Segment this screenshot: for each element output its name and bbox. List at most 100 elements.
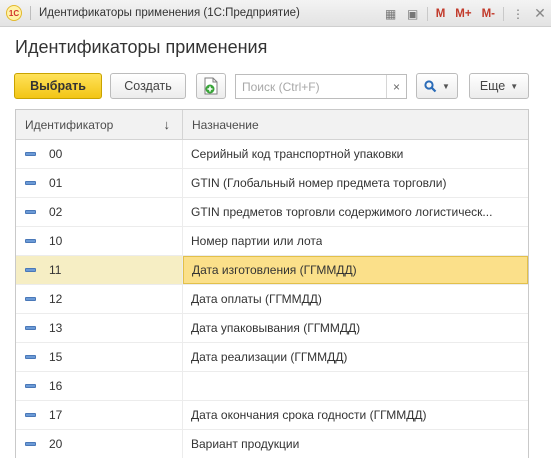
cell-purpose[interactable]: GTIN (Глобальный номер предмета торговли… <box>183 169 528 197</box>
identifier-text: 02 <box>49 205 63 219</box>
table-row[interactable]: 11 Дата изготовления (ГГММДД) <box>16 256 528 285</box>
cell-purpose[interactable]: GTIN предметов торговли содержимого логи… <box>183 198 528 226</box>
cell-purpose[interactable]: Вариант продукции <box>183 430 528 458</box>
catalog-item-icon <box>25 210 36 214</box>
purpose-text: Дата оплаты (ГГММДД) <box>191 292 322 306</box>
cell-purpose[interactable]: Дата упаковывания (ГГММДД) <box>183 314 528 342</box>
search-field: × <box>235 74 407 99</box>
purpose-text: Вариант продукции <box>191 437 300 451</box>
calendar-icon[interactable]: ▣ <box>402 4 424 24</box>
cell-purpose[interactable]: Серийный код транспортной упаковки <box>183 140 528 168</box>
window-controls: ▦ ▣ M M+ M- ⋮ ✕ <box>380 0 551 27</box>
catalog-item-icon <box>25 268 36 272</box>
add-copy-button[interactable] <box>196 73 226 99</box>
identifier-text: 16 <box>49 379 63 393</box>
column-header-name[interactable]: Назначение <box>183 110 528 139</box>
identifier-text: 11 <box>49 263 62 277</box>
cell-identifier[interactable]: 15 <box>16 343 183 371</box>
cell-identifier[interactable]: 02 <box>16 198 183 226</box>
cell-purpose[interactable]: Дата реализации (ГГММДД) <box>183 343 528 371</box>
create-button[interactable]: Создать <box>110 73 186 99</box>
cell-purpose[interactable]: Номер партии или лота <box>183 227 528 255</box>
page-title: Идентификаторы применения <box>15 37 268 57</box>
catalog-item-icon <box>25 297 36 301</box>
table-row[interactable]: 16 <box>16 372 528 401</box>
purpose-text: Дата реализации (ГГММДД) <box>191 350 348 364</box>
purpose-text: Дата окончания срока годности (ГГММДД) <box>191 408 427 422</box>
catalog-item-icon <box>25 181 36 185</box>
catalog-item-icon <box>25 355 36 359</box>
chevron-down-icon: ▼ <box>510 81 519 91</box>
table-row[interactable]: 01 GTIN (Глобальный номер предмета торгов… <box>16 169 528 198</box>
search-options-button[interactable]: ▼ <box>416 73 458 99</box>
table-row[interactable]: 00 Серийный код транспортной упаковки <box>16 140 528 169</box>
close-icon[interactable]: ✕ <box>529 4 551 24</box>
table-header: Идентификатор ↓ Назначение <box>16 110 528 140</box>
more-button-label: Еще <box>479 79 506 93</box>
table-row[interactable]: 13 Дата упаковывания (ГГММДД) <box>16 314 528 343</box>
select-button[interactable]: Выбрать <box>14 73 102 99</box>
identifier-text: 01 <box>49 176 63 190</box>
catalog-item-icon <box>25 326 36 330</box>
controls-separator-2 <box>503 6 504 21</box>
cell-identifier[interactable]: 10 <box>16 227 183 255</box>
table-row[interactable]: 10 Номер партии или лота <box>16 227 528 256</box>
table-row[interactable]: 15 Дата реализации (ГГММДД) <box>16 343 528 372</box>
purpose-text: Серийный код транспортной упаковки <box>191 147 404 161</box>
menu-icon[interactable]: ⋮ <box>507 4 529 24</box>
table-row[interactable]: 17 Дата окончания срока годности (ГГММДД) <box>16 401 528 430</box>
app-logo-icon: 1С <box>6 5 22 21</box>
identifiers-table: Идентификатор ↓ Назначение 00 Серийный ко… <box>15 109 529 458</box>
memory-minus-button[interactable]: M- <box>477 4 500 24</box>
purpose-text: Дата изготовления (ГГММДД) <box>192 263 357 277</box>
cell-identifier[interactable]: 01 <box>16 169 183 197</box>
cell-purpose[interactable] <box>183 372 528 400</box>
cell-identifier[interactable]: 17 <box>16 401 183 429</box>
identifier-text: 00 <box>49 147 63 161</box>
identifier-text: 12 <box>49 292 63 306</box>
window-title: Идентификаторы применения (1С:Предприяти… <box>39 7 300 19</box>
purpose-text: Номер партии или лота <box>191 234 323 248</box>
identifier-text: 10 <box>49 234 63 248</box>
search-input[interactable] <box>236 75 384 98</box>
column-header-name-label: Назначение <box>192 117 259 132</box>
catalog-item-icon <box>25 239 36 243</box>
column-header-id[interactable]: Идентификатор ↓ <box>16 110 183 139</box>
cell-purpose[interactable]: Дата изготовления (ГГММДД) <box>183 256 528 284</box>
chevron-down-icon: ▼ <box>442 81 450 91</box>
search-icon <box>424 79 437 92</box>
purpose-text: Дата упаковывания (ГГММДД) <box>191 321 361 335</box>
cell-identifier[interactable]: 12 <box>16 285 183 313</box>
table-icon[interactable]: ▦ <box>380 4 402 24</box>
title-separator <box>30 6 31 20</box>
memory-plus-button[interactable]: M+ <box>450 4 476 24</box>
catalog-item-icon <box>25 413 36 417</box>
memory-button[interactable]: M <box>431 4 451 24</box>
table-row[interactable]: 12 Дата оплаты (ГГММДД) <box>16 285 528 314</box>
identifier-text: 13 <box>49 321 63 335</box>
table-row[interactable]: 02 GTIN предметов торговли содержимого ло… <box>16 198 528 227</box>
purpose-text: GTIN предметов торговли содержимого логи… <box>191 205 493 219</box>
identifier-text: 15 <box>49 350 63 364</box>
cell-identifier[interactable]: 13 <box>16 314 183 342</box>
table-row[interactable]: 20 Вариант продукции <box>16 430 528 458</box>
purpose-text: GTIN (Глобальный номер предмета торговли… <box>191 176 447 190</box>
column-header-id-label: Идентификатор <box>25 117 114 132</box>
add-document-icon <box>204 77 218 95</box>
catalog-item-icon <box>25 442 36 446</box>
more-button[interactable]: Еще ▼ <box>469 73 529 99</box>
identifier-text: 17 <box>49 408 63 422</box>
cell-purpose[interactable]: Дата оплаты (ГГММДД) <box>183 285 528 313</box>
cell-identifier[interactable]: 11 <box>16 256 183 284</box>
controls-separator <box>426 6 428 21</box>
search-clear-button[interactable]: × <box>386 75 406 98</box>
cell-identifier[interactable]: 16 <box>16 372 183 400</box>
catalog-item-icon <box>25 152 36 156</box>
table-body: 00 Серийный код транспортной упаковки 01 GT… <box>16 140 528 458</box>
cell-identifier[interactable]: 00 <box>16 140 183 168</box>
cell-identifier[interactable]: 20 <box>16 430 183 458</box>
catalog-item-icon <box>25 384 36 388</box>
window-title-bar: 1С Идентификаторы применения (1С:Предпри… <box>0 0 551 27</box>
cell-purpose[interactable]: Дата окончания срока годности (ГГММДД) <box>183 401 528 429</box>
sort-descending-icon: ↓ <box>163 117 171 132</box>
